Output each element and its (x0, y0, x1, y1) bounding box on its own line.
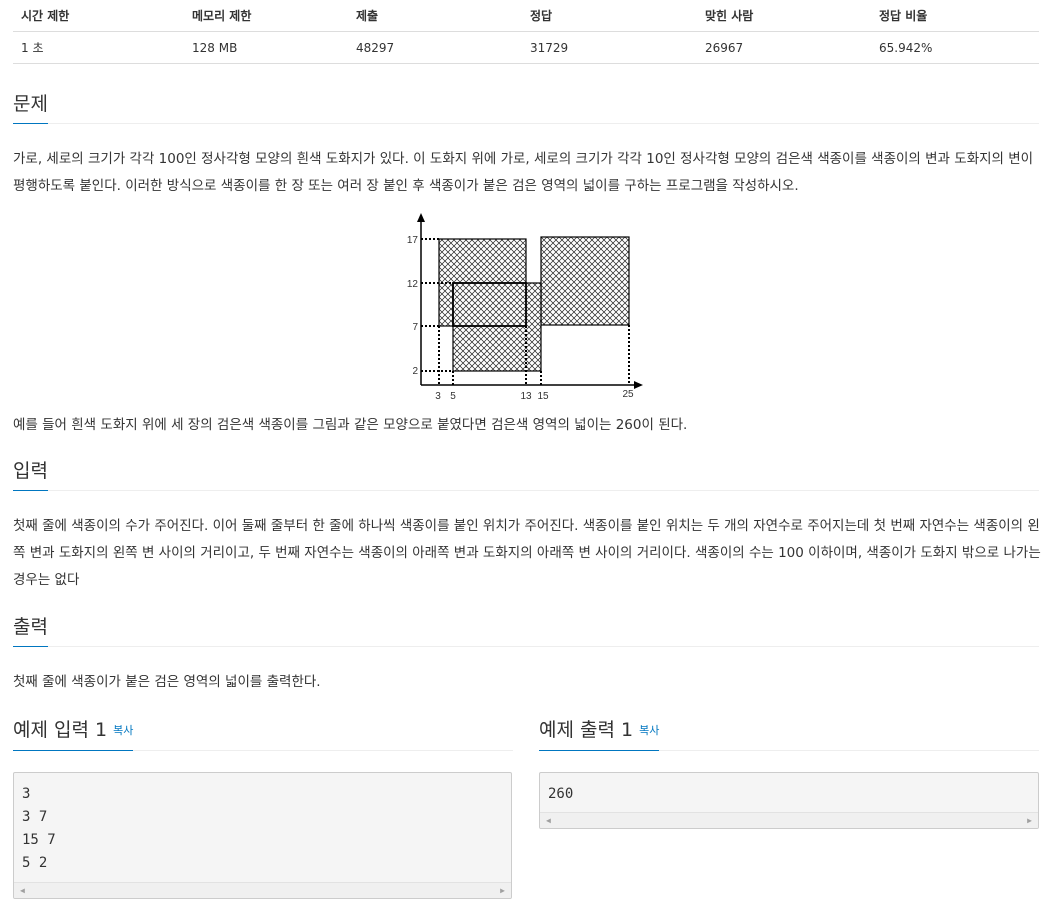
paper-3 (452, 282, 542, 372)
x-tick-15: 15 (537, 391, 549, 402)
sample-input-header: 예제 입력 1 복사 (13, 718, 513, 751)
value-solvers: 26967 (697, 31, 871, 64)
sample-input-title: 예제 입력 1 복사 (13, 718, 134, 751)
value-ratio: 65.942% (871, 31, 1039, 64)
header-time-limit: 시간 제한 (13, 0, 184, 32)
y-tick-12: 12 (407, 279, 419, 290)
sample-output-title-text: 예제 출력 1 (539, 719, 634, 741)
x-tick-25: 25 (622, 389, 634, 400)
y-axis-arrow (417, 213, 425, 222)
info-header-row: 시간 제한 메모리 제한 제출 정답 맞힌 사람 정답 비율 (13, 0, 1039, 32)
sample-output-scrollbar[interactable]: ◀ ▶ (540, 812, 1038, 828)
value-accepted: 31729 (522, 31, 697, 64)
problem-figure: 17 12 7 2 3 5 13 15 25 (400, 210, 650, 409)
y-tick-17: 17 (407, 235, 419, 246)
sample-output-content: 260 (548, 786, 574, 802)
header-submissions: 제출 (348, 0, 522, 32)
sample-output-title: 예제 출력 1 복사 (539, 718, 660, 751)
scroll-right-icon[interactable]: ▶ (500, 883, 505, 898)
input-title: 입력 (13, 459, 48, 491)
sample-input-copy-button[interactable]: 복사 (113, 724, 133, 737)
header-solvers: 맞힌 사람 (697, 0, 871, 32)
output-description: 첫째 줄에 색종이가 붙은 검은 영역의 넓이를 출력한다. (13, 674, 321, 690)
sample-output-box[interactable]: 260 ◀ ▶ (539, 772, 1039, 829)
output-section-header: 출력 (13, 615, 1039, 647)
problem-title: 문제 (13, 92, 48, 124)
x-tick-3: 3 (435, 391, 441, 402)
paper-2 (540, 236, 630, 326)
y-tick-7: 7 (412, 322, 418, 333)
sample-input-scrollbar[interactable]: ◀ ▶ (14, 882, 511, 898)
input-description: 첫째 줄에 색종이의 수가 주어진다. 이어 둘째 줄부터 한 줄에 하나씩 색… (13, 518, 1041, 588)
value-time-limit: 1 초 (13, 31, 184, 64)
sample-output-header: 예제 출력 1 복사 (539, 718, 1039, 751)
header-accepted: 정답 (522, 0, 697, 32)
problem-section-header: 문제 (13, 92, 1039, 124)
scroll-left-icon[interactable]: ◀ (20, 883, 25, 898)
info-value-row: 1 초 128 MB 48297 31729 26967 65.942% (13, 31, 1039, 64)
x-tick-13: 13 (520, 391, 532, 402)
scroll-left-icon[interactable]: ◀ (546, 813, 551, 828)
value-submissions: 48297 (348, 31, 522, 64)
header-ratio: 정답 비율 (871, 0, 1039, 32)
problem-info-table: 시간 제한 메모리 제한 제출 정답 맞힌 사람 정답 비율 1 초 128 M… (13, 0, 1039, 64)
sample-input-title-text: 예제 입력 1 (13, 719, 108, 741)
output-title: 출력 (13, 615, 48, 647)
x-axis-arrow (634, 381, 643, 389)
problem-description: 가로, 세로의 크기가 각각 100인 정사각형 모양의 흰색 도화지가 있다.… (13, 151, 1034, 194)
paper-diagram: 17 12 7 2 3 5 13 15 25 (407, 213, 643, 402)
value-memory-limit: 128 MB (184, 31, 348, 64)
header-memory-limit: 메모리 제한 (184, 0, 348, 32)
x-tick-5: 5 (450, 391, 456, 402)
sample-input-box[interactable]: 3 3 7 15 7 5 2 ◀ ▶ (13, 772, 512, 899)
scroll-right-icon[interactable]: ▶ (1027, 813, 1032, 828)
sample-output-copy-button[interactable]: 복사 (639, 724, 659, 737)
y-tick-2: 2 (412, 366, 418, 377)
sample-input-content: 3 3 7 15 7 5 2 (22, 786, 56, 871)
problem-example-text: 예를 들어 흰색 도화지 위에 세 장의 검은색 색종이를 그림과 같은 모양으… (13, 417, 688, 433)
input-section-header: 입력 (13, 459, 1039, 491)
